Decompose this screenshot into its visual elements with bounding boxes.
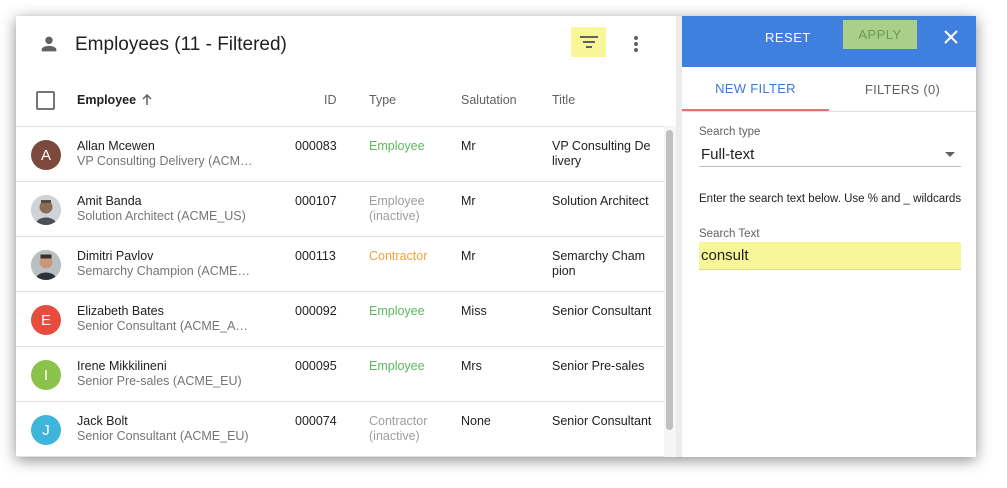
employee-type: Employee	[369, 359, 425, 373]
employee-title: Solution Architect	[552, 194, 649, 208]
avatar-photo	[31, 250, 61, 280]
employee-subtitle: VP Consulting Delivery (ACME…	[77, 154, 253, 168]
filter-tabs: NEW FILTER FILTERS (0)	[682, 67, 976, 112]
table-header: Employee ID Type Salutation Title	[16, 80, 676, 127]
scrollbar-thumb[interactable]	[666, 130, 673, 430]
wildcard-hint: Enter the search text below. Use % and _…	[699, 193, 962, 205]
column-header-employee-label: Employee	[77, 93, 137, 107]
tab-filters[interactable]: FILTERS (0)	[829, 67, 976, 111]
select-all-checkbox[interactable]	[36, 91, 55, 110]
employee-title: Senior Pre-sales	[552, 359, 645, 373]
employee-subtitle: Senior Consultant (ACME_EU)	[77, 429, 249, 443]
employee-title: Semarchy Champion	[552, 249, 646, 278]
employee-salutation: Mr	[461, 194, 476, 208]
table-row[interactable]: Dimitri Pavlov Semarchy Champion (ACME_E…	[16, 236, 664, 292]
employee-type: Employee	[369, 304, 425, 318]
filter-panel: RESET APPLY NEW FILTER FILTERS (0) Searc…	[682, 16, 976, 457]
tab-new-filter[interactable]: NEW FILTER	[682, 67, 829, 111]
column-header-salutation[interactable]: Salutation	[461, 93, 517, 107]
employee-title: Senior Consultant	[552, 414, 652, 428]
column-header-id[interactable]: ID	[324, 93, 337, 107]
apply-button[interactable]: APPLY	[843, 20, 917, 49]
filter-toolbar: RESET APPLY	[682, 16, 976, 67]
employee-name: Allan Mcewen	[77, 139, 155, 153]
employee-id: 000095	[295, 359, 337, 373]
employee-type: Employee (inactive)	[369, 194, 425, 223]
app-window: Employees (11 - Filtered) Employee ID Ty…	[16, 16, 976, 457]
search-type-label: Search type	[699, 126, 761, 138]
panel-header: Employees (11 - Filtered)	[16, 16, 676, 72]
employee-id: 000113	[295, 249, 336, 263]
dropdown-arrow-icon	[945, 152, 955, 157]
employee-subtitle: Senior Consultant (ACME_APA…	[77, 319, 253, 333]
person-photo-icon	[31, 250, 61, 280]
employee-name: Elizabeth Bates	[77, 304, 164, 318]
reset-button[interactable]: RESET	[765, 30, 811, 45]
employee-name: Dimitri Pavlov	[77, 249, 154, 263]
table-scrollbar[interactable]	[664, 126, 676, 457]
table-row[interactable]: J Jack Bolt Senior Consultant (ACME_EU) …	[16, 401, 664, 457]
employee-salutation: Miss	[461, 304, 487, 318]
employee-title: Senior Consultant	[552, 304, 652, 318]
avatar: I	[31, 360, 61, 390]
employee-salutation: Mr	[461, 249, 476, 263]
avatar-photo	[31, 195, 61, 225]
employee-subtitle: Senior Pre-sales (ACME_EU)	[77, 374, 242, 388]
employee-salutation: Mr	[461, 139, 476, 153]
employee-id: 000074	[295, 414, 337, 428]
column-header-employee[interactable]: Employee	[77, 93, 152, 107]
employee-salutation: Mrs	[461, 359, 482, 373]
search-text-label: Search Text	[699, 228, 760, 240]
employee-id: 000092	[295, 304, 337, 318]
avatar: A	[31, 140, 61, 170]
employee-name: Irene Mikkilineni	[77, 359, 167, 373]
table-row[interactable]: E Elizabeth Bates Senior Consultant (ACM…	[16, 291, 664, 347]
employee-name: Jack Bolt	[77, 414, 128, 428]
table-body: A Allan Mcewen VP Consulting Delivery (A…	[16, 126, 664, 457]
table-row[interactable]: Amit Banda Solution Architect (ACME_US) …	[16, 181, 664, 237]
arrow-up-icon	[142, 94, 152, 105]
column-header-title[interactable]: Title	[552, 93, 575, 107]
employee-type: Contractor (inactive)	[369, 414, 428, 443]
employee-subtitle: Solution Architect (ACME_US)	[77, 209, 246, 223]
table-row[interactable]: I Irene Mikkilineni Senior Pre-sales (AC…	[16, 346, 664, 402]
person-icon	[41, 36, 57, 52]
employee-title: VP Consulting Delivery	[552, 139, 651, 168]
more-vert-icon	[634, 36, 638, 52]
employee-subtitle: Semarchy Champion (ACME_E…	[77, 264, 253, 278]
person-photo-icon	[31, 195, 61, 225]
search-type-value: Full-text	[701, 146, 755, 163]
filter-button[interactable]	[571, 27, 606, 57]
table-row[interactable]: A Allan Mcewen VP Consulting Delivery (A…	[16, 126, 664, 182]
employees-panel: Employees (11 - Filtered) Employee ID Ty…	[16, 16, 676, 457]
employee-salutation: None	[461, 414, 491, 428]
more-options-button[interactable]	[626, 31, 646, 57]
search-type-select[interactable]: Full-text	[699, 142, 961, 167]
avatar: J	[31, 415, 61, 445]
employee-name: Amit Banda	[77, 194, 142, 208]
page-title: Employees (11 - Filtered)	[75, 34, 287, 55]
close-icon[interactable]	[942, 28, 960, 46]
employee-type: Contractor	[369, 249, 428, 263]
employee-type: Employee	[369, 139, 425, 153]
filter-icon	[579, 36, 598, 48]
employee-id: 000107	[295, 194, 337, 208]
column-header-type[interactable]: Type	[369, 93, 396, 107]
employee-id: 000083	[295, 139, 337, 153]
search-text-input[interactable]	[699, 242, 961, 270]
avatar: E	[31, 305, 61, 335]
